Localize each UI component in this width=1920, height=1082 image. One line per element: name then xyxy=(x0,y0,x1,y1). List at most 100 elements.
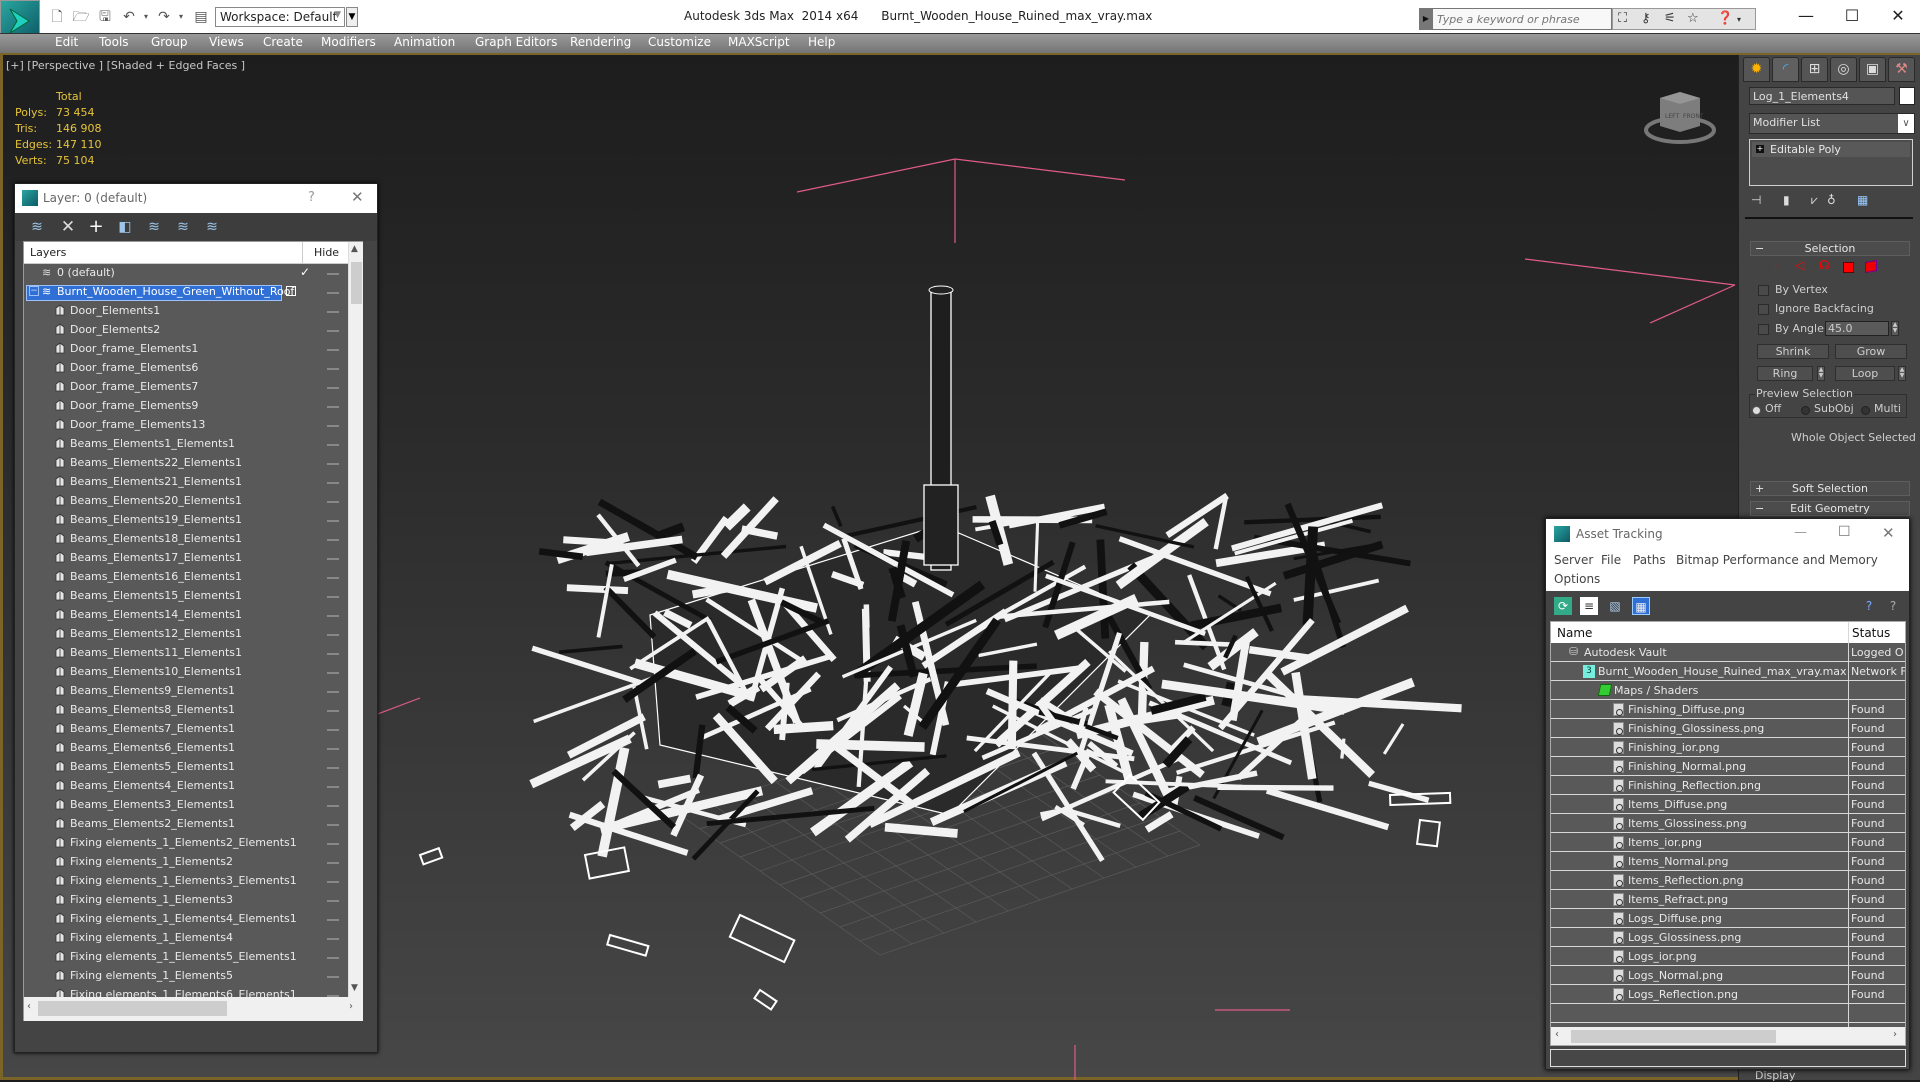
hide-toggle[interactable] xyxy=(327,862,339,864)
asset-tracking-titlebar[interactable]: Asset Tracking — ☐ ✕ xyxy=(1546,519,1909,549)
hide-toggle[interactable] xyxy=(327,482,339,484)
hide-toggle[interactable] xyxy=(327,900,339,902)
layer-object-row[interactable]: Door_Elements2 xyxy=(24,321,348,340)
expand-icon[interactable]: + xyxy=(1756,145,1764,153)
remove-modifier-icon[interactable]: ♁ xyxy=(1827,193,1836,207)
configure-modifier-sets-icon[interactable]: ▦ xyxy=(1857,193,1868,207)
asset-row[interactable]: Logs_Reflection.png Found xyxy=(1551,985,1905,1004)
menu-edit[interactable]: Edit xyxy=(55,35,78,49)
menu-bitmap-performance[interactable]: Bitmap Performance and Memory xyxy=(1676,553,1878,567)
star-icon[interactable]: ☆ xyxy=(1687,11,1699,26)
maximize-button[interactable]: ☐ xyxy=(1838,524,1851,540)
asset-row[interactable]: Finishing_Diffuse.png Found xyxy=(1551,700,1905,719)
list-view-icon[interactable]: ≡ xyxy=(1580,597,1598,615)
delete-layer-icon[interactable]: ✕ xyxy=(58,217,78,237)
scroll-up-icon[interactable]: ▲ xyxy=(351,244,358,254)
create-layer-icon[interactable]: ≋ xyxy=(27,217,47,237)
asset-row[interactable]: Logs_ior.png Found xyxy=(1551,947,1905,966)
hide-toggle[interactable] xyxy=(327,672,339,674)
rollout-edit-geometry-header[interactable]: − Edit Geometry xyxy=(1750,501,1910,516)
hide-toggle[interactable] xyxy=(327,615,339,617)
angle-threshold-field[interactable]: 45.0 xyxy=(1825,321,1889,336)
layer-object-row[interactable]: Beams_Elements8_Elements1 xyxy=(24,701,348,720)
shrink-button[interactable]: Shrink xyxy=(1757,344,1829,359)
layer-object-row[interactable]: Door_frame_Elements9 xyxy=(24,397,348,416)
minimize-button[interactable]: — xyxy=(1786,4,1826,28)
new-file-icon[interactable]: 🗋 xyxy=(48,8,66,26)
project-folder-icon[interactable]: ▤ xyxy=(192,8,210,26)
grow-button[interactable]: Grow xyxy=(1835,344,1907,359)
close-button[interactable]: ✕ xyxy=(1878,4,1918,28)
help-button[interactable]: ? xyxy=(308,190,315,205)
asset-row[interactable]: Items_ior.png Found xyxy=(1551,833,1905,852)
hide-toggle[interactable] xyxy=(327,634,339,636)
hide-toggle[interactable] xyxy=(327,596,339,598)
polygon-mode-icon[interactable] xyxy=(1843,262,1854,273)
layer-object-row[interactable]: Fixing elements_1_Elements5_Elements1 xyxy=(24,948,348,967)
minimize-button[interactable]: — xyxy=(1794,525,1807,540)
burnt-house-ruins[interactable] xyxy=(418,492,1462,1011)
layer-row-default[interactable]: ≋ 0 (default) ✓ xyxy=(24,264,348,283)
layer-object-row[interactable]: Beams_Elements22_Elements1 xyxy=(24,454,348,473)
hide-toggle[interactable] xyxy=(327,520,339,522)
layer-object-row[interactable]: Door_frame_Elements6 xyxy=(24,359,348,378)
hide-toggle[interactable] xyxy=(327,387,339,389)
layer-object-row[interactable]: Door_Elements1 xyxy=(24,302,348,321)
asset-row[interactable]: Logs_Diffuse.png Found xyxy=(1551,909,1905,928)
add-to-layer-icon[interactable]: + xyxy=(86,217,106,237)
search-expand-icon[interactable]: ▶ xyxy=(1419,8,1433,30)
collapse-toggle-icon[interactable]: − xyxy=(29,286,39,296)
column-hide[interactable]: Hide xyxy=(314,246,339,259)
redo-icon[interactable]: ↷ xyxy=(155,8,173,26)
hide-toggle[interactable] xyxy=(327,957,339,959)
loop-button[interactable]: Loop xyxy=(1835,366,1895,381)
hide-toggle[interactable] xyxy=(327,710,339,712)
hide-toggle[interactable] xyxy=(327,558,339,560)
column-name[interactable]: Name xyxy=(1557,626,1592,640)
asset-path-field[interactable] xyxy=(1550,1049,1906,1067)
layer-object-row[interactable]: Beams_Elements21_Elements1 xyxy=(24,473,348,492)
angle-spinner[interactable]: ▲ ▼ xyxy=(1891,321,1899,336)
layer-object-row[interactable]: Beams_Elements20_Elements1 xyxy=(24,492,348,511)
menu-create[interactable]: Create xyxy=(263,35,303,49)
make-unique-icon[interactable]: ⩗ xyxy=(1811,193,1818,208)
tab-modify[interactable]: ◜ xyxy=(1772,57,1799,82)
tab-hierarchy[interactable]: ⊞ xyxy=(1801,57,1828,82)
tab-create[interactable]: ✹ xyxy=(1743,57,1770,82)
hide-toggle[interactable] xyxy=(327,501,339,503)
menu-group[interactable]: Group xyxy=(151,35,188,49)
layer-object-row[interactable]: Beams_Elements19_Elements1 xyxy=(24,511,348,530)
hide-toggle[interactable] xyxy=(327,824,339,826)
by-vertex-checkbox[interactable] xyxy=(1758,285,1769,296)
hide-toggle[interactable] xyxy=(327,463,339,465)
hide-toggle[interactable] xyxy=(327,406,339,408)
hide-toggle[interactable] xyxy=(327,444,339,446)
layer-object-row[interactable]: Beams_Elements17_Elements1 xyxy=(24,549,348,568)
layer-object-row[interactable]: Beams_Elements3_Elements1 xyxy=(24,796,348,815)
asset-row[interactable]: Logs_Glossiness.png Found xyxy=(1551,928,1905,947)
menu-customize[interactable]: Customize xyxy=(648,35,711,49)
layer-object-row[interactable]: Beams_Elements7_Elements1 xyxy=(24,720,348,739)
highlight-layer-icon[interactable]: ≋ xyxy=(144,217,164,237)
hide-toggle[interactable] xyxy=(327,729,339,731)
rollout-selection-header[interactable]: − Selection xyxy=(1750,241,1910,256)
asset-row[interactable]: Maps / Shaders xyxy=(1551,681,1905,700)
table-view-icon[interactable]: ▦ xyxy=(1632,597,1650,615)
layer-object-row[interactable]: Beams_Elements2_Elements1 xyxy=(24,815,348,834)
open-file-icon[interactable]: 🗁 xyxy=(72,8,90,26)
menu-file[interactable]: File xyxy=(1601,553,1621,567)
asset-row[interactable]: Items_Normal.png Found xyxy=(1551,852,1905,871)
layer-object-row[interactable]: Beams_Elements18_Elements1 xyxy=(24,530,348,549)
column-status[interactable]: Status xyxy=(1852,626,1890,640)
scroll-left-icon[interactable]: ‹ xyxy=(27,1001,31,1012)
hide-toggle[interactable] xyxy=(327,368,339,370)
element-mode-icon[interactable] xyxy=(1865,259,1877,274)
asset-row[interactable]: Logs_Normal.png Found xyxy=(1551,966,1905,985)
help-icon[interactable]: ❓ xyxy=(1717,11,1733,26)
hide-toggle[interactable] xyxy=(327,539,339,541)
layer-object-row[interactable]: Fixing elements_1_Elements4_Elements1 xyxy=(24,910,348,929)
tab-utilities[interactable]: ⚒ xyxy=(1888,57,1915,82)
scrollbar-thumb[interactable] xyxy=(351,262,362,304)
asset-row[interactable]: Finishing_Normal.png Found xyxy=(1551,757,1905,776)
layer-object-row[interactable]: Beams_Elements1_Elements1 xyxy=(24,435,348,454)
